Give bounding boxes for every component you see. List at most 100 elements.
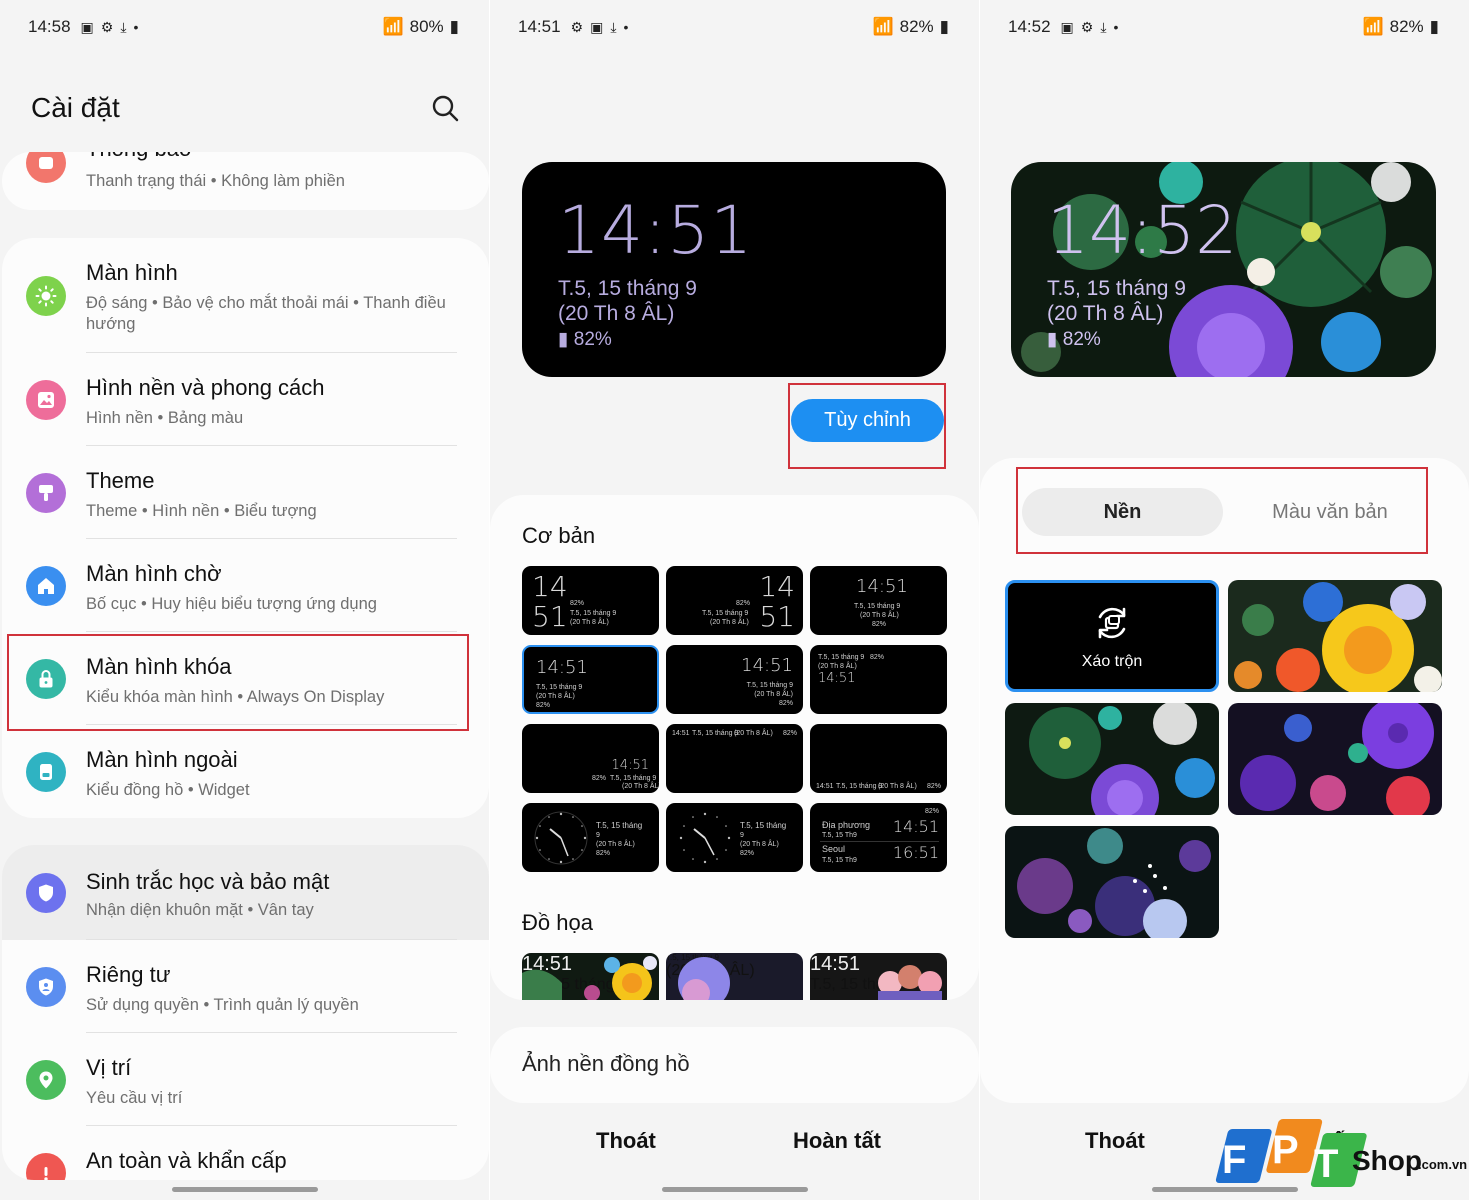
- notification-icon: [26, 152, 66, 183]
- settings-card-notifications: Thông báo Thanh trạng thái • Không làm p…: [2, 152, 489, 210]
- thumb-batt: 82%: [870, 654, 885, 661]
- page-title: Cài đặt: [31, 92, 120, 123]
- graphic-clock-thumb[interactable]: T.5, 15 tháng 9 (20 Th 8 ÂL): [666, 953, 803, 1000]
- thumb-time: 14:51: [536, 657, 588, 678]
- analog-clock-icon: [679, 812, 731, 864]
- clock-style-thumb[interactable]: 14:51 T.5, 15 tháng 9 (20 Th 8 ÂL) 82%: [810, 724, 947, 793]
- clock-styles-card: Cơ bản 14 51 82% T.5, 15 tháng 9 (20 Th …: [490, 495, 979, 1000]
- wifi-icon: 📶: [872, 17, 894, 36]
- svg-text:P: P: [1272, 1128, 1299, 1172]
- preview-date-line: T.5, 15 tháng 9: [558, 277, 697, 300]
- wallpaper-clock-label: Ảnh nền đồng hồ: [522, 1051, 690, 1076]
- fpt-shop-logo: FPT Shop .com.vn: [1208, 1115, 1469, 1200]
- home-icon: [26, 565, 66, 606]
- thumb-date: T.5, 15 tháng 9: [702, 610, 749, 617]
- thumb-time: 14:51: [672, 730, 690, 737]
- settings-item-safety[interactable]: An toàn và khẩn cấp: [2, 1126, 489, 1180]
- settings-panel: 14:58 ▣ ⚙ ⤓ • 📶 80% ▮ Cài đặt Thông báo …: [0, 0, 489, 1200]
- thumb-lunar: (20 Th 8 ÂL): [860, 612, 899, 619]
- clock-style-thumb-analog[interactable]: T.5, 15 tháng 9 (20 Th 8 ÂL) 82%: [522, 803, 659, 872]
- thumb-date: T.5, 15 tháng: [596, 821, 643, 830]
- graphic-clock-thumb[interactable]: 14:51 T.5, 15 tháng: [810, 953, 947, 1000]
- background-tile[interactable]: [1228, 703, 1442, 815]
- settings-item-location[interactable]: Vị trí Yêu cầu vị trí: [2, 1033, 489, 1126]
- preview-lunar-line: (20 Th 8 ÂL): [558, 302, 675, 325]
- wifi-icon: 📶: [382, 17, 404, 36]
- item-subtitle: Kiểu đồng hồ • Widget: [86, 781, 250, 799]
- battery-icon: ▮: [939, 17, 949, 36]
- battery-text: 82%: [899, 17, 934, 36]
- settings-item-biometrics[interactable]: Sinh trắc học và bảo mật Nhận diện khuôn…: [2, 845, 489, 940]
- battery-icon: ▮: [558, 329, 569, 350]
- status-bar: 14:51 ⚙ ▣ ⤓ • 📶 82% ▮: [518, 14, 949, 40]
- done-button[interactable]: Hoàn tất: [793, 1128, 881, 1154]
- settings-item-privacy[interactable]: Riêng tư Sử dụng quyền • Trình quản lý q…: [2, 940, 489, 1033]
- clock-style-thumb[interactable]: T.5, 15 tháng 9 (20 Th 8 ÂL) 82% 14:51: [810, 645, 947, 714]
- thumb-day: 9: [596, 832, 600, 839]
- item-title: Màn hình chờ: [86, 561, 222, 586]
- settings-item-wallpaper[interactable]: Hình nền và phong cách Hình nền • Bảng m…: [2, 353, 489, 446]
- battery-icon: ▮: [449, 17, 459, 36]
- exit-button[interactable]: Thoát: [1085, 1128, 1145, 1154]
- clock-style-thumb[interactable]: 14:51 T.5, 15 tháng 9 (20 Th 8 ÂL) 82%: [666, 724, 803, 793]
- clock-style-thumb[interactable]: 14 51 82% T.5, 15 tháng 9 (20 Th 8 ÂL): [522, 566, 659, 635]
- background-tile[interactable]: [1005, 826, 1219, 938]
- download-icon: ⤓: [120, 18, 127, 35]
- thumb-city2: Seoul: [822, 844, 846, 854]
- background-tile[interactable]: [1228, 580, 1442, 692]
- status-time: 14:51: [518, 17, 561, 36]
- preview-date: T.5, 15 tháng 9 (20 Th 8 ÂL): [1047, 276, 1186, 326]
- aod-preview: 14:51 T.5, 15 tháng 9 (20 Th 8 ÂL) ▮ 82%: [522, 162, 946, 377]
- settings-item-cover-screen[interactable]: Màn hình ngoài Kiểu đồng hồ • Widget: [2, 725, 489, 818]
- shuffle-tile[interactable]: Xáo trộn: [1005, 580, 1219, 692]
- download-icon: ⤓: [610, 18, 617, 35]
- clock-style-thumb[interactable]: 14:51 T.5, 15 tháng 9 (20 Th 8 ÂL) 82%: [666, 645, 803, 714]
- thumb-date: T.5, 15 tháng 9: [536, 684, 583, 691]
- gear-icon: ⚙: [100, 18, 114, 35]
- battery-text: 80%: [409, 17, 444, 36]
- clock-style-thumb-world[interactable]: 82% Địa phương T.5, 15 Th9 14:51 Seoul T…: [810, 803, 947, 872]
- highlight-box: [1016, 467, 1428, 554]
- item-subtitle: Hình nền • Bảng màu: [86, 409, 244, 427]
- settings-item-home-screen[interactable]: Màn hình chờ Bố cục • Huy hiệu biểu tượn…: [2, 539, 489, 632]
- clock-style-thumb[interactable]: 14:51 82% T.5, 15 tháng 9 (20 Th 8 ÂL): [522, 724, 659, 793]
- status-time: 14:52: [1008, 17, 1051, 36]
- avatar-art: [878, 965, 942, 1000]
- thumb-lunar: (20 Th 8 ÂL): [818, 663, 857, 670]
- search-icon[interactable]: [431, 94, 459, 122]
- flower-art: [1017, 828, 1211, 938]
- wifi-icon: 📶: [1362, 17, 1384, 36]
- item-subtitle: Yêu cầu vị trí: [86, 1089, 183, 1107]
- clock-style-thumb-selected[interactable]: 14:51 T.5, 15 tháng 9 (20 Th 8 ÂL) 82%: [522, 645, 659, 714]
- thumb-city1-sub: T.5, 15 Th9: [822, 832, 857, 839]
- thumb-lunar: (20 Th 8 ÂL): [536, 693, 575, 700]
- clock-style-thumb-analog[interactable]: T.5, 15 tháng 9 (20 Th 8 ÂL) 82%: [666, 803, 803, 872]
- shuffle-icon: [1098, 607, 1126, 639]
- highlight-box: [788, 383, 946, 469]
- wallpaper-clock-row[interactable]: Ảnh nền đồng hồ: [490, 1027, 979, 1103]
- settings-item-notifications[interactable]: Thông báo Thanh trạng thái • Không làm p…: [2, 152, 489, 209]
- status-bar: 14:52 ▣ ⚙ ⤓ • 📶 82% ▮: [1008, 14, 1439, 40]
- thumb-lunar: (20 Th 8 ÂL): [710, 619, 749, 626]
- preview-time: 14:52: [1047, 192, 1238, 269]
- flower-art: [1234, 582, 1442, 692]
- thumb-batt: 82%: [924, 808, 939, 815]
- battery-icon: ▮: [1047, 329, 1058, 350]
- clock-style-thumb[interactable]: 14 51 82% T.5, 15 tháng 9 (20 Th 8 ÂL): [666, 566, 803, 635]
- nav-handle[interactable]: [661, 1187, 808, 1192]
- graphic-clock-thumb[interactable]: 14:51 T.5, 15 tháng: [522, 953, 659, 1000]
- thumb-city1: Địa phương: [822, 820, 870, 830]
- thumb-batt: 82%: [740, 850, 755, 857]
- shuffle-label: Xáo trộn: [1081, 653, 1143, 670]
- battery-icon: ▮: [1429, 17, 1439, 36]
- exit-button[interactable]: Thoát: [596, 1128, 656, 1154]
- nav-handle[interactable]: [171, 1187, 318, 1192]
- settings-item-theme[interactable]: Theme Theme • Hình nền • Biểu tượng: [2, 446, 489, 539]
- thumb-date: T.5, 15 tháng 9: [836, 783, 883, 790]
- thumb-lunar: (20 Th 8 ÂL): [570, 619, 609, 626]
- settings-item-display[interactable]: Màn hình Độ sáng • Bảo vệ cho mắt thoải …: [2, 238, 489, 353]
- background-tile[interactable]: [1005, 703, 1219, 815]
- svg-text:F: F: [1222, 1138, 1246, 1182]
- dot-icon: •: [133, 19, 139, 35]
- clock-style-thumb[interactable]: 14:51 T.5, 15 tháng 9 (20 Th 8 ÂL) 82%: [810, 566, 947, 635]
